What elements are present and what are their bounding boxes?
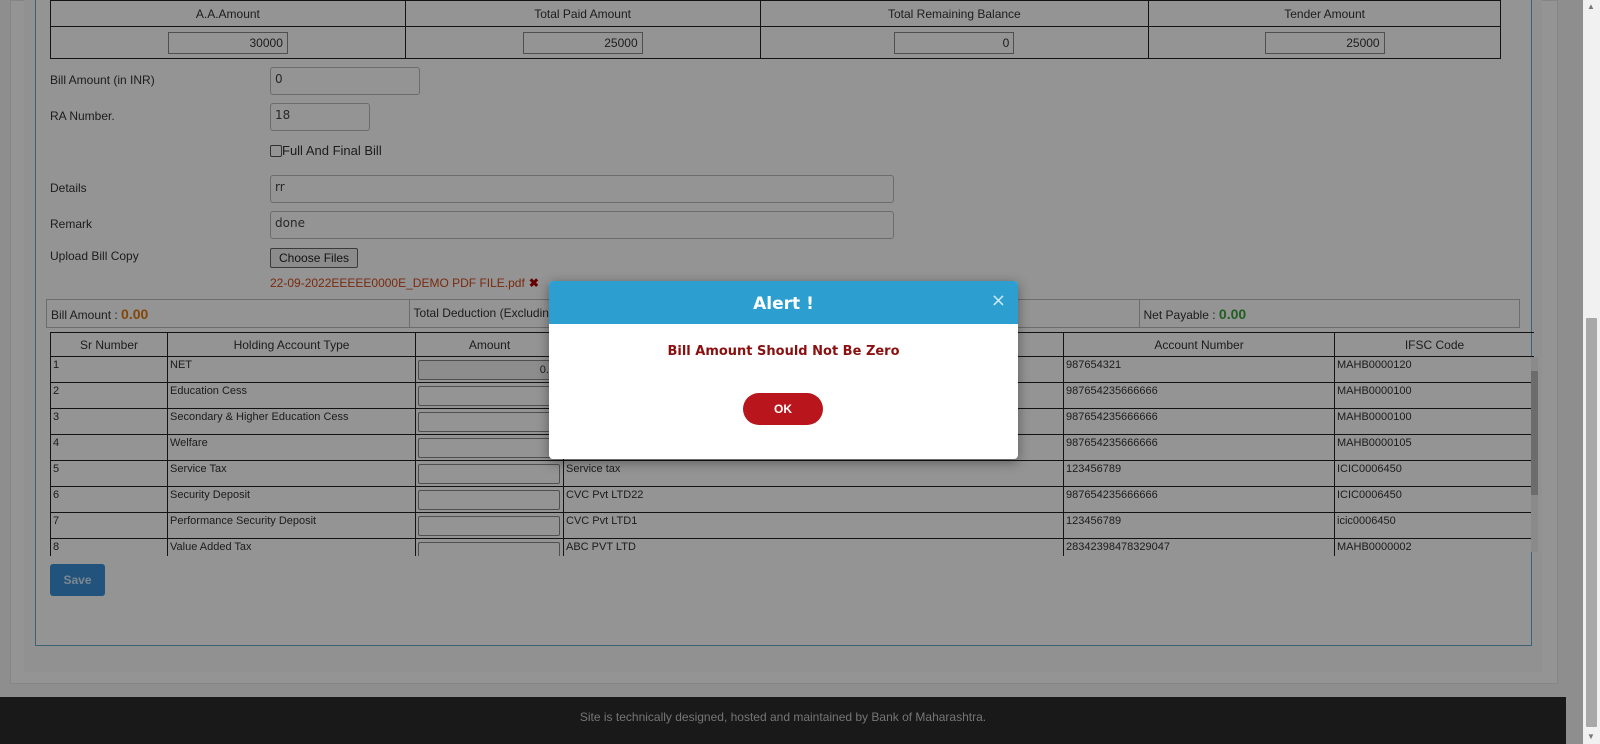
page-scrollbar[interactable]: ▲ ▼ (1583, 0, 1600, 744)
alert-title: Alert ! (753, 294, 814, 314)
ok-button[interactable]: OK (743, 393, 823, 425)
alert-dialog: Alert ! × Bill Amount Should Not Be Zero… (549, 281, 1018, 459)
alert-message: Bill Amount Should Not Be Zero (667, 344, 900, 359)
alert-header: Alert ! × (549, 281, 1018, 324)
scroll-down-arrow-icon[interactable]: ▼ (1587, 732, 1595, 741)
close-icon[interactable]: × (991, 281, 1006, 321)
page-scrollbar-thumb[interactable] (1586, 318, 1597, 727)
scroll-up-arrow-icon[interactable]: ▲ (1587, 2, 1595, 11)
